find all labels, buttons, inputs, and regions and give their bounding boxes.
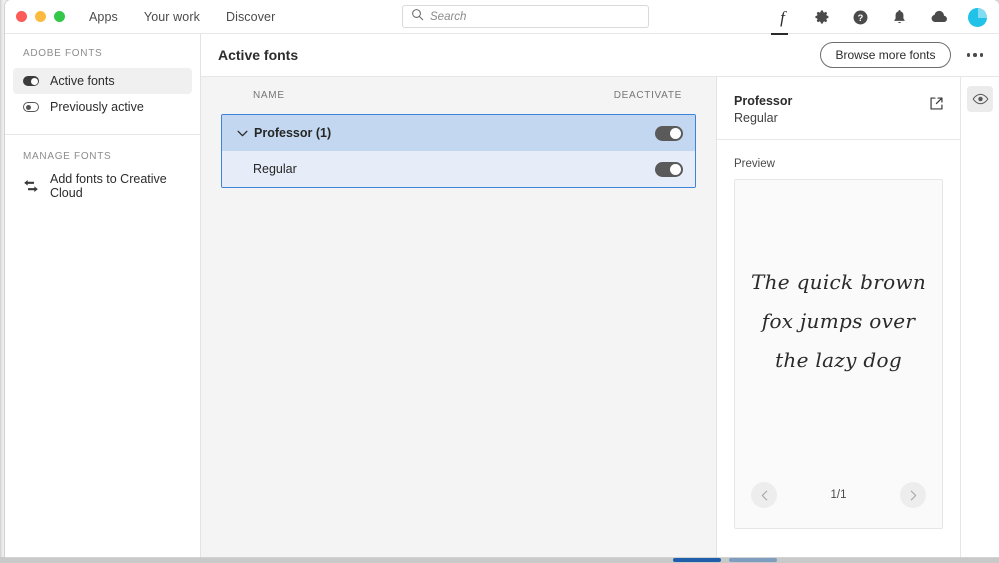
notifications-bell-icon[interactable] — [890, 8, 909, 27]
preview-line: the lazy dog — [775, 347, 902, 372]
column-header-name: NAME — [253, 90, 285, 101]
external-link-icon[interactable] — [929, 96, 944, 116]
content-split: NAME DEACTIVATE Professor (1) Regular Pr… — [201, 77, 999, 557]
preview-box: The quick brown fox jumps over the lazy … — [734, 179, 943, 529]
preview-eye-icon[interactable] — [967, 86, 993, 112]
page-indicator: 1/1 — [830, 489, 847, 501]
preview-pager: 1/1 — [735, 462, 942, 528]
search-input[interactable] — [430, 10, 640, 23]
preview-line: The quick brown — [750, 269, 927, 294]
main-column: Active fonts Browse more fonts NAME DEAC… — [201, 34, 999, 557]
creative-cloud-window: Apps Your work Discover f — [5, 0, 999, 557]
chevron-down-icon[interactable] — [235, 126, 249, 140]
search-icon — [411, 8, 424, 26]
sidebar-item-label: Previously active — [50, 100, 144, 114]
previous-page-button[interactable] — [751, 482, 777, 508]
background-scrollbar-left[interactable] — [673, 558, 721, 562]
right-rail — [960, 77, 999, 557]
sidebar-item-previously-active[interactable]: Previously active — [13, 94, 192, 120]
preview-sample-text: The quick brown fox jumps over the lazy … — [735, 180, 942, 462]
font-family-group: Professor (1) Regular — [221, 114, 696, 188]
detail-font-name: Professor — [734, 94, 793, 108]
more-options-icon[interactable] — [965, 47, 986, 63]
window-controls — [5, 11, 65, 22]
sidebar-item-active-fonts[interactable]: Active fonts — [13, 68, 192, 94]
help-icon[interactable]: ? — [851, 8, 870, 27]
toggle-on-icon — [23, 76, 39, 86]
table-row[interactable]: Professor (1) — [222, 115, 695, 151]
font-preview-section: Preview The quick brown fox jumps over t… — [717, 140, 960, 557]
preview-line: fox jumps over — [761, 308, 916, 333]
sidebar-item-label: Add fonts to Creative Cloud — [50, 172, 167, 200]
sync-arrows-icon — [23, 179, 39, 193]
next-page-button[interactable] — [900, 482, 926, 508]
close-window-button[interactable] — [16, 11, 27, 22]
avatar[interactable] — [968, 7, 987, 27]
font-detail-header: Professor Regular — [717, 77, 960, 140]
column-header-deactivate: DEACTIVATE — [613, 90, 682, 101]
font-detail-pane: Professor Regular Preview The quick brow… — [717, 77, 960, 557]
app-body: ADOBE FONTS Active fonts Previously acti… — [5, 34, 999, 557]
sidebar-heading-adobe-fonts: ADOBE FONTS — [23, 48, 103, 59]
search-box[interactable] — [402, 5, 649, 28]
title-bar: Apps Your work Discover f — [5, 0, 999, 35]
page-title: Active fonts — [218, 47, 299, 63]
content-header-actions: Browse more fonts — [820, 42, 985, 68]
minimize-window-button[interactable] — [35, 11, 46, 22]
sidebar-item-add-fonts[interactable]: Add fonts to Creative Cloud — [13, 172, 192, 200]
browse-more-fonts-button[interactable]: Browse more fonts — [820, 42, 951, 68]
cloud-sync-icon[interactable] — [929, 8, 948, 27]
fonts-list-pane: NAME DEACTIVATE Professor (1) Regular — [201, 77, 717, 557]
zoom-window-button[interactable] — [54, 11, 65, 22]
fonts-list-header: NAME DEACTIVATE — [221, 77, 696, 114]
sidebar-heading-manage-fonts: MANAGE FONTS — [23, 151, 112, 162]
main-nav: Apps Your work Discover — [89, 10, 275, 24]
deactivate-toggle[interactable] — [655, 161, 683, 177]
sidebar-item-label: Active fonts — [50, 74, 115, 88]
font-family-name: Professor (1) — [254, 126, 332, 140]
nav-item-discover[interactable]: Discover — [226, 10, 275, 24]
preview-label: Preview — [734, 158, 775, 170]
background-window-bottom — [0, 557, 999, 563]
toolbar-icons: f ? — [771, 0, 987, 35]
background-scrollbar-right[interactable] — [729, 558, 777, 562]
nav-item-your-work[interactable]: Your work — [144, 10, 200, 24]
deactivate-toggle[interactable] — [655, 125, 683, 141]
sidebar-divider — [5, 134, 200, 135]
gear-icon[interactable] — [812, 8, 831, 27]
font-style-name: Regular — [253, 162, 297, 176]
svg-text:?: ? — [858, 13, 864, 23]
fonts-icon[interactable]: f — [771, 8, 792, 35]
table-row[interactable]: Regular — [222, 151, 695, 187]
content-header: Active fonts Browse more fonts — [201, 34, 999, 77]
detail-font-style: Regular — [734, 111, 778, 125]
nav-item-apps[interactable]: Apps — [89, 10, 118, 24]
sidebar: ADOBE FONTS Active fonts Previously acti… — [5, 34, 201, 557]
toggle-off-icon — [23, 102, 39, 112]
